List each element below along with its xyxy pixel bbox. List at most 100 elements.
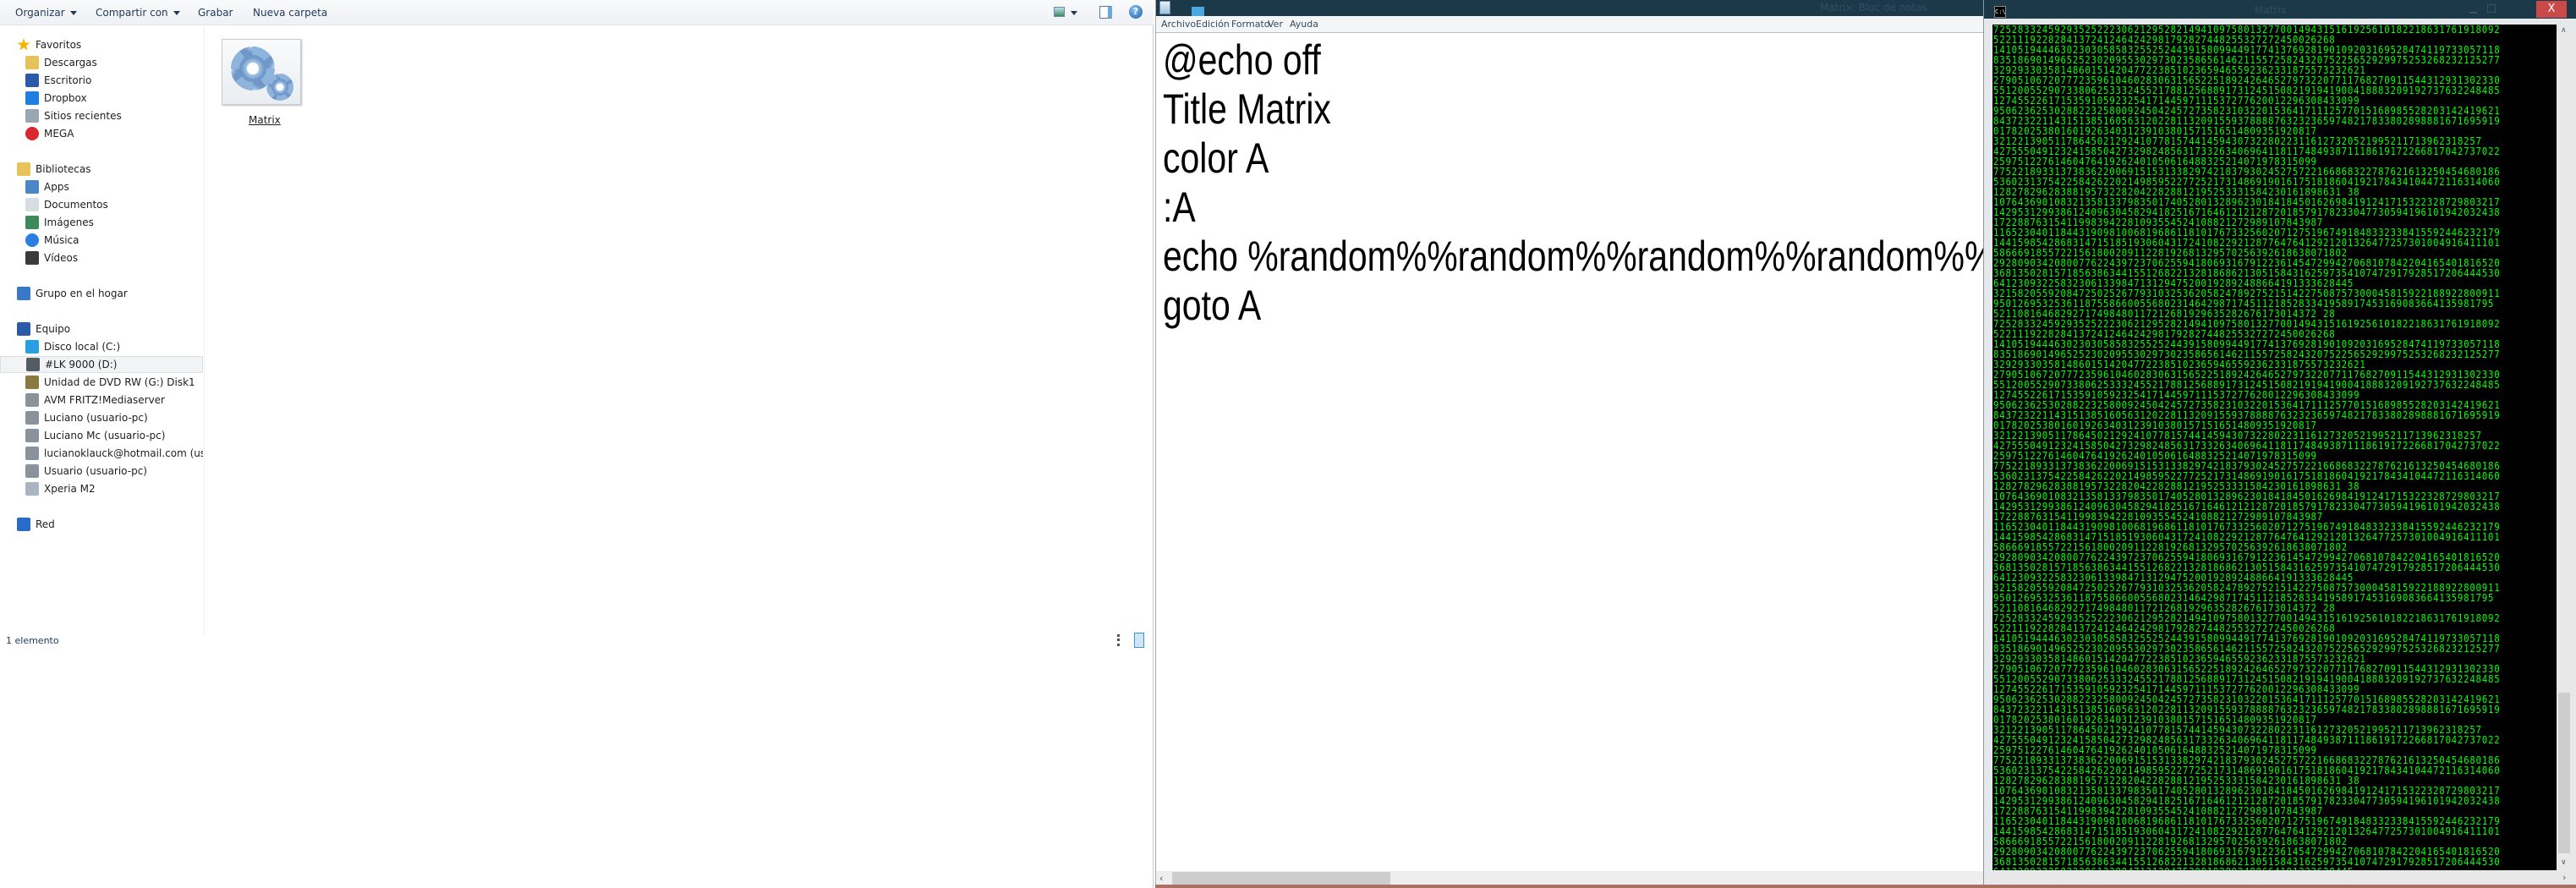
scrollbar-thumb[interactable] [1172, 872, 1390, 885]
apps-icon [25, 180, 39, 194]
scroll-up-icon[interactable]: ∧ [2561, 26, 2567, 35]
menu-ayuda[interactable]: Ayuda [1290, 19, 1318, 30]
sidebar-item-label: Xperia M2 [44, 483, 96, 495]
organize-button[interactable]: Organizar [15, 7, 77, 19]
documents-icon [25, 198, 39, 211]
local-disk-icon [25, 340, 39, 354]
computer-icon [17, 322, 30, 336]
scroll-left-icon[interactable]: ‹ [1159, 873, 1163, 884]
desktop-icon [25, 74, 39, 87]
sidebar-item-label: Documentos [44, 199, 108, 211]
sidebar-item[interactable]: Documentos [0, 196, 203, 213]
sidebar-item-label: Luciano (usuario-pc) [44, 412, 148, 424]
downloads-folder-icon [25, 56, 39, 69]
media-server-icon [25, 429, 39, 442]
sidebar-item[interactable]: Descargas [0, 54, 203, 71]
maximize-icon[interactable] [2487, 4, 2496, 13]
media-server-icon [25, 393, 39, 407]
sidebar-item[interactable]: MEGA [0, 125, 203, 142]
sidebar-item[interactable]: Sitios recientes [0, 107, 203, 124]
notepad-title: Matrix: Bloc de notas [1820, 2, 1928, 14]
scroll-down-icon[interactable]: ∨ [2561, 858, 2567, 867]
file-name-label[interactable]: Matrix [249, 114, 281, 126]
console-title-bar[interactable]: C:\ Matrix X [1984, 0, 2576, 19]
sidebar-item[interactable]: lucianoklauck@hotmail.com (usuario-pc) [0, 445, 203, 462]
star-icon [17, 38, 30, 51]
large-icons-view-icon[interactable] [1134, 633, 1144, 648]
item-count: 1 elemento [6, 635, 59, 646]
console-icon: C:\ [1994, 6, 2006, 18]
sidebar-item[interactable]: Equipo [0, 321, 203, 337]
sidebar-item-label: #LK 9000 (D:) [45, 359, 118, 370]
sidebar-item[interactable]: Bibliotecas [0, 161, 203, 178]
sidebar-item[interactable]: Disco local (C:) [0, 338, 203, 355]
sidebar-item-label: Grupo en el hogar [36, 288, 128, 299]
scroll-right-icon[interactable]: › [2562, 872, 2566, 883]
sidebar-item-label: AVM FRITZ!Mediaserver [44, 394, 165, 406]
menu-ver[interactable]: Ver [1268, 19, 1283, 30]
chevron-down-icon [69, 11, 77, 15]
status-bar: 1 elemento [0, 633, 1154, 650]
sidebar-item[interactable]: Usuario (usuario-pc) [0, 463, 203, 480]
share-button[interactable]: Compartir con [96, 7, 180, 19]
sidebar-item[interactable]: Luciano Mc (usuario-pc) [0, 427, 203, 444]
recent-places-icon [25, 109, 39, 123]
sidebar-item[interactable]: Imágenes [0, 214, 203, 231]
sidebar-item[interactable]: Red [0, 516, 203, 533]
help-icon[interactable]: ? [1129, 5, 1143, 19]
sidebar-item[interactable]: Xperia M2 [0, 480, 203, 497]
pictures-icon [25, 216, 39, 229]
sidebar-item[interactable]: AVM FRITZ!Mediaserver [0, 392, 203, 408]
horizontal-scrollbar[interactable]: › [1992, 871, 2572, 885]
sidebar-item-label: Usuario (usuario-pc) [44, 465, 147, 477]
horizontal-scrollbar[interactable]: ‹ [1156, 871, 1985, 885]
sidebar-item[interactable]: #LK 9000 (D:) [0, 356, 203, 373]
notepad-text-area[interactable]: @echo off Title Matrix color A :A echo %… [1163, 36, 1983, 869]
vertical-scrollbar[interactable]: ∧ ∨ [2557, 25, 2572, 870]
sidebar-item-label: Dropbox [44, 92, 87, 104]
view-options-chevron-icon[interactable] [1071, 11, 1077, 15]
homegroup-icon [17, 287, 30, 300]
sidebar-item[interactable]: Luciano (usuario-pc) [0, 409, 203, 426]
sidebar-item-label: lucianoklauck@hotmail.com (usuario-pc) [44, 447, 203, 459]
media-server-icon [25, 411, 39, 425]
notepad-title-bar[interactable]: Matrix: Bloc de notas [1156, 0, 1985, 16]
menu-edicion[interactable]: Edición [1196, 19, 1230, 30]
minimize-icon[interactable] [2469, 12, 2477, 14]
file-item-matrix[interactable] [222, 39, 301, 105]
sidebar-item-label: Luciano Mc (usuario-pc) [44, 430, 166, 441]
sidebar-item[interactable]: Escritorio [0, 72, 203, 89]
sidebar-item[interactable]: Grupo en el hogar [0, 285, 203, 302]
notepad-window: Matrix: Bloc de notas Archivo Edición Fo… [1155, 0, 1985, 888]
code-line: :A [1163, 184, 1196, 231]
details-view-icon[interactable] [1117, 634, 1127, 646]
sidebar-item[interactable]: Apps [0, 178, 203, 195]
notepad-icon [1159, 1, 1170, 14]
menu-formato[interactable]: Formato [1231, 19, 1270, 30]
code-line: color A [1163, 134, 1269, 182]
dvd-drive-icon [25, 375, 39, 389]
dropbox-icon [25, 91, 39, 105]
file-explorer-window: Organizar Compartir con Grabar Nueva car… [0, 0, 1154, 888]
sidebar-item[interactable]: Música [0, 232, 203, 249]
preview-pane-icon[interactable] [1099, 6, 1112, 19]
sidebar-item-label: MEGA [44, 128, 74, 140]
mega-icon [25, 127, 39, 140]
sidebar-item[interactable]: Unidad de DVD RW (G:) Disk1 [0, 374, 203, 391]
scrollbar-thumb[interactable] [2558, 693, 2570, 853]
burn-button[interactable]: Grabar [198, 7, 233, 19]
music-icon [25, 233, 39, 247]
sidebar-item-label: Equipo [36, 323, 71, 335]
menu-archivo[interactable]: Archivo [1161, 19, 1196, 30]
new-folder-button[interactable]: Nueva carpeta [253, 7, 327, 19]
explorer-toolbar: Organizar Compartir con Grabar Nueva car… [0, 0, 1154, 25]
sidebar-item[interactable]: Favoritos [0, 36, 203, 53]
change-view-icon[interactable] [1054, 7, 1065, 17]
sidebar-item[interactable]: Vídeos [0, 249, 203, 266]
sidebar-item-label: Favoritos [36, 39, 82, 51]
console-output[interactable]: 7252833245929352522230621295282149410975… [1992, 25, 2557, 870]
sidebar-item-label: Apps [44, 181, 69, 193]
sidebar-item-label: Disco local (C:) [44, 341, 121, 353]
sidebar-item[interactable]: Dropbox [0, 90, 203, 107]
close-button[interactable]: X [2536, 1, 2567, 18]
